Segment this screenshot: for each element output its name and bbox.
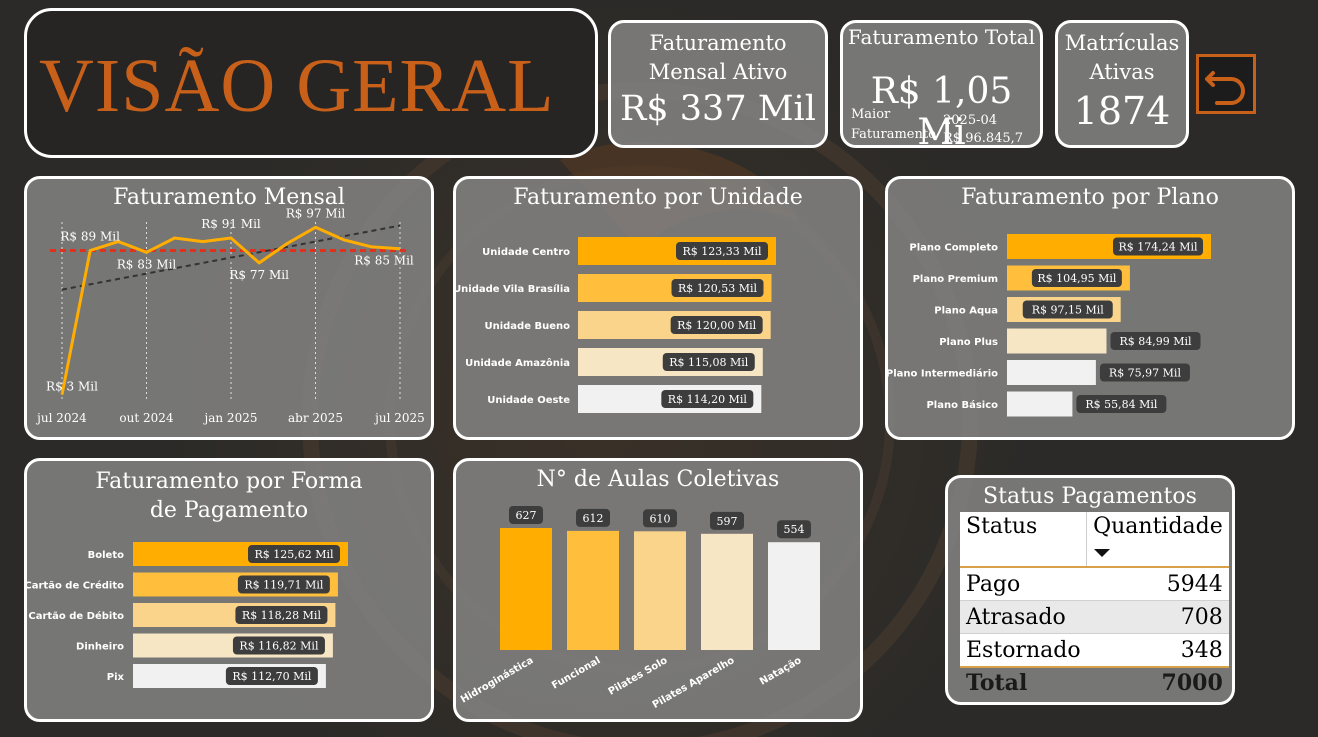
category-label: Dinheiro [76, 642, 124, 653]
category-label: Funcional [550, 655, 602, 692]
category-label: Natação [758, 655, 804, 688]
category-label: Plano Básico [926, 399, 998, 411]
x-tick-label: out 2024 [119, 411, 173, 425]
value-label: R$ 84,99 Mil [1119, 335, 1192, 348]
value-label: R$ 119,71 Mil [244, 579, 324, 592]
bar [567, 530, 619, 650]
x-tick-label: abr 2025 [288, 411, 343, 425]
category-label: Plano Plus [939, 337, 998, 348]
data-label: R$ 97 Mil [286, 206, 346, 220]
category-label: Cartão de Crédito [24, 580, 124, 592]
value-label: R$ 174,24 Mil [1118, 241, 1198, 254]
category-label: Plano Aqua [934, 306, 998, 317]
bar [634, 531, 686, 650]
value-label: R$ 97,15 Mil [1032, 304, 1105, 317]
category-label: Plano Premium [913, 274, 998, 285]
category-label: Unidade Bueno [484, 321, 570, 332]
category-label: Cartão de Débito [28, 610, 124, 622]
x-tick-label: jan 2025 [203, 411, 258, 425]
category-label: Pix [107, 672, 125, 683]
value-label: 554 [784, 523, 805, 536]
value-label: R$ 118,28 Mil [242, 609, 322, 622]
category-label: Pilates Solo [607, 655, 670, 698]
data-label: R$ 89 Mil [60, 229, 120, 243]
charts-layer: jul 2024 out 2024 jan 2025 abr 2025 jul 2025… [24, 206, 1211, 711]
category-label: Boleto [88, 550, 124, 561]
data-label: R$ 91 Mil [201, 217, 261, 231]
category-label: Plano Completo [909, 243, 998, 254]
category-label: Unidade Oeste [487, 395, 570, 406]
value-label: R$ 55,84 Mil [1085, 398, 1158, 411]
bar [768, 542, 820, 650]
bar [1007, 391, 1073, 417]
value-label: R$ 115,08 Mil [669, 356, 749, 369]
value-label: R$ 120,00 Mil [677, 319, 757, 332]
value-label: R$ 104,95 Mil [1037, 272, 1117, 285]
bar [500, 528, 552, 650]
value-label: R$ 123,33 Mil [682, 245, 762, 258]
category-label: Unidade Centro [482, 247, 570, 258]
x-tick-label: jul 2024 [35, 411, 87, 425]
x-tick-label: jul 2025 [373, 411, 425, 425]
bar [1007, 328, 1107, 354]
bar [1007, 360, 1096, 385]
data-label: R$ 85 Mil [354, 254, 414, 268]
category-label: Unidade Vila Brasília [453, 283, 570, 295]
value-label: R$ 125,62 Mil [254, 548, 334, 561]
value-label: 627 [516, 509, 537, 522]
category-label: Unidade Amazônia [465, 357, 570, 369]
value-label: R$ 120,53 Mil [678, 282, 758, 295]
value-label: R$ 114,20 Mil [668, 393, 748, 406]
value-label: R$ 116,82 Mil [239, 640, 319, 653]
value-label: 612 [583, 512, 604, 525]
value-label: R$ 112,70 Mil [232, 670, 312, 683]
data-label: R$ 83 Mil [117, 257, 177, 271]
value-label: R$ 75,97 Mil [1109, 367, 1182, 380]
category-label: Plano Intermediário [886, 368, 998, 380]
bar [701, 533, 753, 650]
value-label: 610 [650, 512, 671, 525]
category-label: Hidroginástica [458, 654, 535, 705]
data-label: R$ 3 Mil [46, 380, 98, 394]
value-label: 597 [717, 515, 738, 528]
data-label: R$ 77 Mil [229, 268, 289, 282]
